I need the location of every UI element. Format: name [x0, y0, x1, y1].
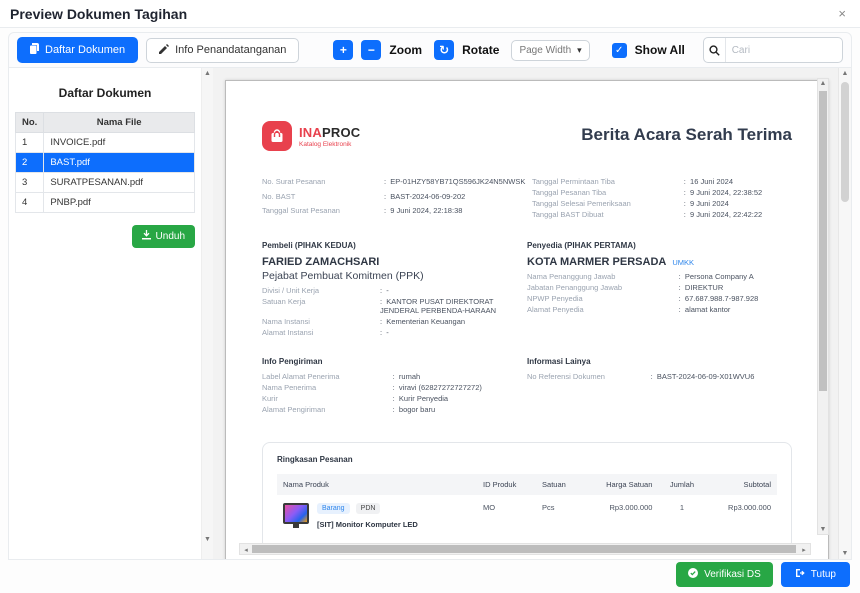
- close-icon[interactable]: ×: [834, 5, 850, 22]
- zoom-out-button[interactable]: −: [361, 40, 381, 60]
- col-header-no: No.: [16, 113, 44, 133]
- daftar-dokumen-button[interactable]: Daftar Dokumen: [17, 37, 138, 63]
- search-input[interactable]: [726, 45, 842, 56]
- info-pengiriman-heading: Info Pengiriman: [262, 357, 527, 366]
- modal-footer: Verifikasi DS Tutup: [676, 562, 850, 587]
- download-icon: [142, 230, 151, 243]
- preview-dokumen-modal: Preview Dokumen Tagihan × Daftar Dokumen…: [0, 0, 860, 593]
- pembeli-section: Pembeli (PIHAK KEDUA) FARIED ZAMACHSARI …: [262, 241, 527, 337]
- scrollbar-thumb[interactable]: [819, 91, 827, 391]
- informasi-lainya-section: Informasi Lainya No Referensi DokumenBAS…: [527, 357, 792, 414]
- badge-barang[interactable]: Barang: [317, 503, 350, 514]
- ringkasan-pesanan-card: Ringkasan Pesanan Nama Produk ID Produk …: [262, 442, 792, 550]
- page-scale-select[interactable]: Page Width ▾: [511, 40, 589, 61]
- order-items-table: Nama Produk ID Produk Satuan Harga Satua…: [277, 474, 777, 537]
- file-table: No. Nama File 1 INVOICE.pdf 2 BAST.pdf 3: [15, 112, 195, 213]
- tutup-button[interactable]: Tutup: [781, 562, 850, 587]
- document-preview-area: INAPROC Katalog Elektronik Berita Acara …: [213, 68, 851, 559]
- inaproc-logo: INAPROC Katalog Elektronik: [262, 121, 360, 151]
- informasi-lainya-heading: Informasi Lainya: [527, 357, 792, 366]
- files-icon: [30, 43, 39, 57]
- document-title: Berita Acara Serah Terima: [581, 125, 792, 145]
- modal-title: Preview Dokumen Tagihan: [10, 6, 187, 22]
- chevron-down-icon: ▾: [577, 45, 582, 56]
- col-header-name: Nama File: [44, 113, 195, 133]
- exit-arrow-icon: [795, 568, 805, 581]
- penyedia-section: Penyedia (PIHAK PERTAMA) KOTA MARMER PER…: [527, 241, 792, 337]
- file-list-title: Daftar Dokumen: [15, 86, 195, 100]
- shopping-bag-icon: [262, 121, 292, 151]
- logo-subtitle: Katalog Elektronik: [299, 141, 360, 148]
- verifikasi-ds-button[interactable]: Verifikasi DS: [676, 562, 773, 587]
- umkk-badge: UMKK: [672, 258, 694, 267]
- pembeli-role: Pejabat Pembuat Komitmen (PPK): [262, 270, 527, 282]
- document-page: INAPROC Katalog Elektronik Berita Acara …: [225, 80, 829, 559]
- preview-vertical-scrollbar[interactable]: ▲ ▼: [817, 78, 829, 535]
- rotate-button[interactable]: ↻: [434, 40, 454, 60]
- meta-right: Tanggal Permintaan Tiba16 Juni 2024 Tang…: [532, 177, 792, 219]
- scrollbar-thumb[interactable]: [252, 545, 796, 553]
- badge-pdn: PDN: [356, 503, 381, 514]
- logo-text-dark: PROC: [322, 125, 360, 140]
- file-row-selected[interactable]: 2 BAST.pdf: [16, 153, 195, 173]
- scrollbar-thumb[interactable]: [841, 82, 849, 202]
- show-all-checkbox[interactable]: ✓: [612, 43, 627, 58]
- toolbar: Daftar Dokumen Info Penandatanganan + − …: [8, 32, 852, 68]
- order-item-row: Barang PDN [SIT] Monitor Komputer LED MO…: [277, 495, 777, 537]
- modal-vertical-scrollbar[interactable]: ▲ ▼: [838, 68, 851, 559]
- zoom-label: Zoom: [389, 43, 422, 57]
- info-penandatanganan-button[interactable]: Info Penandatanganan: [146, 38, 299, 63]
- penyedia-heading: Penyedia (PIHAK PERTAMA): [527, 241, 792, 250]
- ringkasan-heading: Ringkasan Pesanan: [277, 455, 777, 464]
- penyedia-name: KOTA MARMER PERSADA: [527, 256, 666, 268]
- logo-text-red: INA: [299, 125, 322, 140]
- product-thumbnail: [283, 503, 309, 524]
- product-name: [SIT] Monitor Komputer LED: [317, 520, 418, 529]
- search-box: [703, 37, 843, 63]
- preview-horizontal-scrollbar[interactable]: ◂ ▸: [239, 543, 811, 555]
- info-pengiriman-section: Info Pengiriman Label Alamat Penerimarum…: [262, 357, 527, 414]
- modal-body: Daftar Dokumen No. Nama File 1 INVOICE.p…: [8, 68, 852, 560]
- sidebar-scrollbar[interactable]: ▲ ▼: [201, 68, 213, 559]
- pembeli-name: FARIED ZAMACHSARI: [262, 256, 527, 268]
- meta-left: No. Surat PesananEP-01HZY58YB71QS596JK24…: [262, 177, 525, 219]
- file-list-panel: Daftar Dokumen No. Nama File 1 INVOICE.p…: [9, 68, 201, 559]
- file-row[interactable]: 4 PNBP.pdf: [16, 193, 195, 213]
- file-row[interactable]: 3 SURATPESANAN.pdf: [16, 173, 195, 193]
- zoom-in-button[interactable]: +: [333, 40, 353, 60]
- rotate-label: Rotate: [462, 43, 499, 57]
- search-icon: [704, 38, 726, 62]
- file-row[interactable]: 1 INVOICE.pdf: [16, 133, 195, 153]
- pencil-icon: [159, 44, 169, 57]
- pembeli-heading: Pembeli (PIHAK KEDUA): [262, 241, 527, 250]
- show-all-label: Show All: [635, 43, 685, 57]
- modal-header: Preview Dokumen Tagihan ×: [0, 0, 860, 28]
- download-button[interactable]: Unduh: [132, 225, 195, 248]
- check-circle-icon: [688, 568, 698, 581]
